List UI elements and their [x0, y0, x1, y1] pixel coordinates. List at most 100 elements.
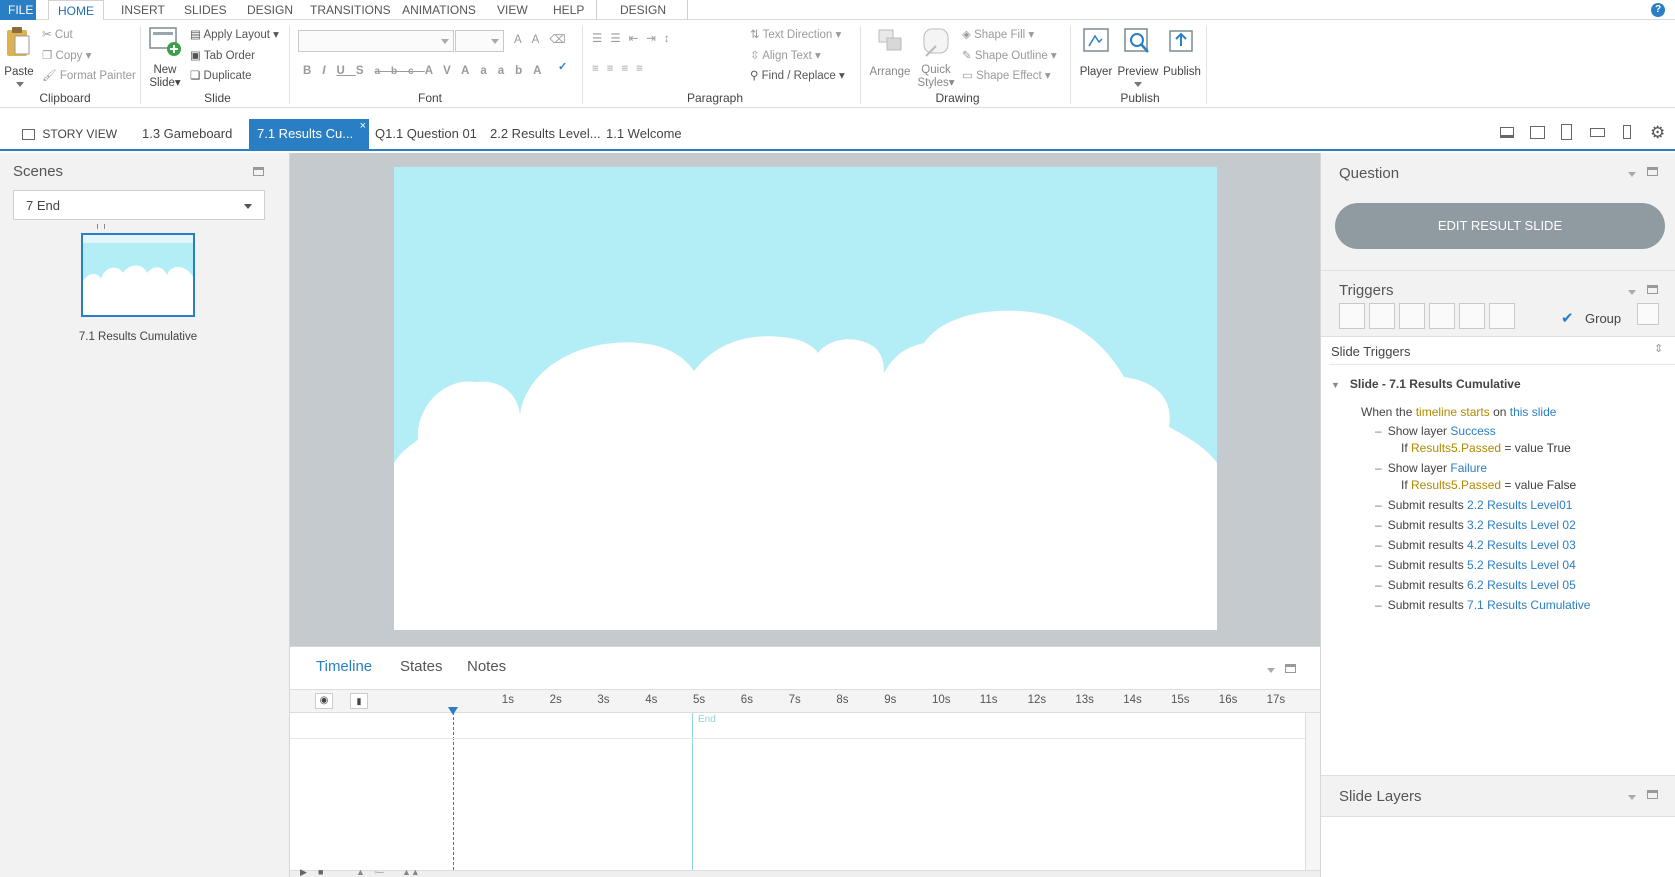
shape-outline-button[interactable]: ✎ Shape Outline ▾	[962, 49, 1057, 63]
play-icon[interactable]: ▶	[300, 867, 307, 877]
font-size-buttons[interactable]: AA⌫	[514, 33, 576, 47]
help-icon[interactable]: ?	[1651, 3, 1665, 17]
trigger-item[interactable]: – Submit results 4.2 Results Level 03	[1375, 538, 1576, 552]
menu-transitions[interactable]: TRANSITIONS	[302, 0, 391, 20]
condition-value[interactable]: False	[1547, 478, 1576, 492]
zoom-in-icon[interactable]: ▲▲	[402, 867, 420, 877]
chevron-down-icon[interactable]	[1267, 668, 1275, 673]
condition-variable[interactable]: Results5.Passed	[1411, 441, 1504, 455]
trigger-item[interactable]: – Submit results 5.2 Results Level 04	[1375, 558, 1576, 572]
spellcheck-icon[interactable]: ✓	[558, 60, 574, 76]
trigger-target[interactable]: Success	[1450, 424, 1495, 438]
condition-variable[interactable]: Results5.Passed	[1411, 478, 1504, 492]
pin-icon[interactable]	[1285, 664, 1296, 673]
tab-slide[interactable]: 1.3 Gameboard	[134, 119, 240, 149]
shape-effect-button[interactable]: ▭ Shape Effect ▾	[962, 69, 1051, 83]
slide-thumbnail[interactable]	[81, 233, 195, 317]
stop-icon[interactable]: ■	[318, 867, 323, 877]
pin-icon[interactable]	[1647, 790, 1658, 799]
eye-icon[interactable]: ◉	[315, 693, 333, 709]
timeline-scrollbar-vertical[interactable]	[1305, 713, 1320, 870]
font-size-select[interactable]	[455, 30, 504, 52]
arrange-button[interactable]: Arrange	[868, 26, 912, 90]
phone-portrait-icon[interactable]	[1623, 125, 1631, 139]
desktop-view-icon[interactable]	[1500, 127, 1514, 138]
trigger-target[interactable]: 7.1 Results Cumulative	[1467, 598, 1590, 612]
when-event[interactable]: timeline starts	[1416, 405, 1490, 419]
trigger-item[interactable]: – Submit results 7.1 Results Cumulative	[1375, 598, 1590, 612]
new-slide-button[interactable]: New Slide▾	[148, 26, 184, 92]
phone-landscape-icon[interactable]	[1590, 128, 1605, 137]
tab-timeline[interactable]: Timeline	[316, 658, 372, 675]
trigger-target[interactable]: 2.2 Results Level01	[1467, 498, 1572, 512]
gear-icon[interactable]: ⚙	[1650, 123, 1665, 143]
playhead[interactable]	[448, 707, 458, 875]
move-trigger-icon[interactable]	[1489, 303, 1515, 329]
bold-icon[interactable]: B	[303, 65, 322, 77]
font-family-select[interactable]	[298, 30, 454, 52]
close-icon[interactable]: ×	[360, 111, 366, 141]
paste-trigger-icon[interactable]	[1429, 303, 1455, 329]
group-checkbox[interactable]: ✔	[1561, 309, 1574, 327]
trigger-target[interactable]: 6.2 Results Level 05	[1467, 578, 1576, 592]
trigger-item[interactable]: – Submit results 3.2 Results Level 02	[1375, 518, 1576, 532]
trigger-condition[interactable]: If Results5.Passed = value False	[1401, 478, 1576, 492]
tab-slide[interactable]: 2.2 Results Level...	[482, 119, 609, 149]
line-spacing-icon[interactable]: ↕	[664, 33, 678, 45]
trigger-item[interactable]: – Submit results 2.2 Results Level01	[1375, 498, 1572, 512]
copy-button[interactable]: ❐ Copy ▾	[42, 49, 91, 63]
bullets-icon[interactable]: ☰	[592, 33, 610, 45]
chevron-down-icon[interactable]	[1628, 172, 1636, 177]
collapse-all-icon[interactable]: ⇕	[1654, 342, 1663, 355]
menu-insert[interactable]: INSERT	[113, 0, 169, 20]
grow-font-icon[interactable]: A	[514, 34, 532, 46]
justify-icon[interactable]: ≡	[636, 63, 651, 75]
trigger-item[interactable]: – Show layer Failure	[1375, 461, 1487, 475]
align-center-icon[interactable]: ≡	[607, 63, 622, 75]
align-text-button[interactable]: ⇳ Align Text ▾	[750, 49, 821, 63]
copy-trigger-icon[interactable]	[1399, 303, 1425, 329]
preview-button[interactable]: Preview	[1117, 26, 1159, 92]
align-left-icon[interactable]: ≡	[592, 63, 607, 75]
menu-file[interactable]: FILE	[0, 0, 36, 20]
trigger-target[interactable]: 3.2 Results Level 02	[1467, 518, 1576, 532]
highlight-icon[interactable]: ab	[498, 65, 533, 77]
slide-trigger-heading[interactable]: ▼ Slide - 7.1 Results Cumulative	[1331, 377, 1521, 391]
menu-help[interactable]: HELP	[545, 0, 584, 20]
tab-slide[interactable]: 1.1 Welcome	[598, 119, 690, 149]
trigger-target[interactable]: 4.2 Results Level 03	[1467, 538, 1576, 552]
tab-slide-active[interactable]: 7.1 Results Cu... ×	[249, 119, 369, 149]
tablet-landscape-icon[interactable]	[1530, 126, 1545, 139]
edit-trigger-icon[interactable]	[1369, 303, 1395, 329]
trigger-when[interactable]: When the timeline starts on this slide	[1361, 405, 1556, 419]
menu-design[interactable]: DESIGN	[239, 0, 297, 20]
pin-icon[interactable]	[1647, 167, 1658, 176]
edit-result-slide-button[interactable]: EDIT RESULT SLIDE	[1335, 203, 1665, 249]
format-painter-button[interactable]: 🖌 Format Painter	[42, 69, 136, 83]
new-trigger-icon[interactable]	[1339, 303, 1365, 329]
shrink-font-icon[interactable]: A	[532, 34, 550, 46]
lock-icon[interactable]: ▮	[350, 693, 368, 709]
cloud-shape[interactable]	[394, 167, 1217, 630]
shadow-icon[interactable]: S	[356, 65, 375, 77]
condition-value[interactable]: True	[1547, 441, 1571, 455]
tab-notes[interactable]: Notes	[467, 658, 506, 675]
trigger-condition[interactable]: If Results5.Passed = value True	[1401, 441, 1571, 455]
scene-select[interactable]: 7 End	[13, 190, 265, 220]
publish-button[interactable]: Publish	[1160, 26, 1204, 88]
strikethrough-icon[interactable]: abc	[375, 66, 425, 77]
zoom-out-icon[interactable]: ▲	[356, 867, 365, 877]
menu-slides[interactable]: SLIDES	[176, 0, 230, 20]
collapse-triangle-icon[interactable]: ▼	[1331, 380, 1340, 390]
menu-home[interactable]: HOME	[48, 0, 104, 21]
delete-trigger-icon[interactable]	[1459, 303, 1485, 329]
player-button[interactable]: Player	[1076, 26, 1116, 88]
numbering-icon[interactable]: ☰	[610, 33, 628, 45]
align-right-icon[interactable]: ≡	[621, 63, 636, 75]
decrease-indent-icon[interactable]: ⇤	[629, 33, 647, 45]
playhead-marker-icon[interactable]	[448, 707, 458, 715]
zoom-slider[interactable]: ◦─	[374, 867, 384, 877]
tablet-portrait-icon[interactable]	[1561, 124, 1572, 140]
tab-states[interactable]: States	[400, 658, 443, 675]
trigger-target[interactable]: Failure	[1450, 461, 1487, 475]
